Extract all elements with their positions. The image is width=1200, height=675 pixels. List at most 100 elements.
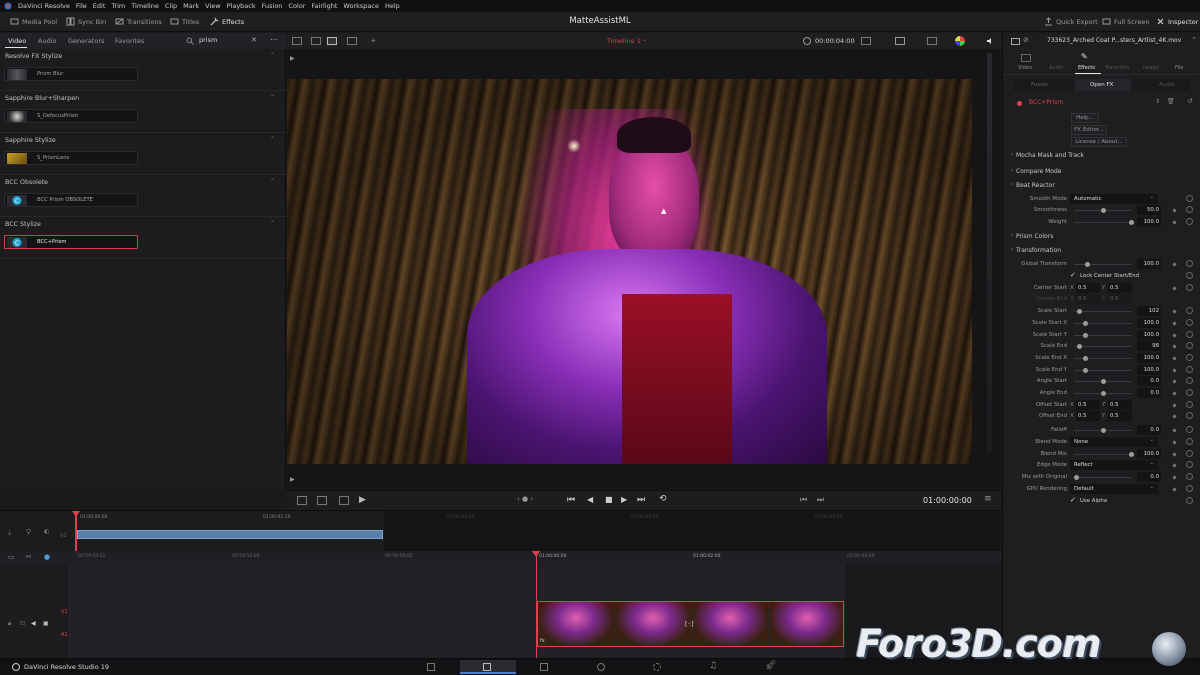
mini-playhead-handle[interactable] <box>72 511 80 517</box>
more-options-icon[interactable]: ⋯ <box>270 35 278 44</box>
reset-icon[interactable] <box>1186 307 1193 314</box>
weight-value[interactable]: 100.0 <box>1137 217 1161 227</box>
inspector-tab-effects[interactable]: Effects <box>1078 65 1095 71</box>
menu-timeline[interactable]: Timeline <box>128 2 162 10</box>
subtab-fusion[interactable]: Fusion <box>1031 82 1049 88</box>
keyframe-icon[interactable] <box>1172 356 1177 361</box>
media-pool-button[interactable]: Media Pool <box>10 17 57 26</box>
reset-icon[interactable] <box>1186 473 1193 480</box>
reset-icon[interactable] <box>1186 260 1193 267</box>
keyframe-icon[interactable] <box>1172 286 1177 291</box>
section-mocha-mask-and-track[interactable]: Mocha Mask and Track <box>1011 151 1084 159</box>
weight-slider[interactable] <box>1074 220 1134 225</box>
reset-icon[interactable] <box>1186 195 1193 202</box>
transitions-button[interactable]: Transitions <box>115 17 162 26</box>
keyframe-icon[interactable] <box>1172 333 1177 338</box>
keyframe-icon[interactable] <box>1172 414 1177 419</box>
inspector-collapse-icon[interactable]: ⌃ <box>1191 36 1197 44</box>
cut-page-icon[interactable] <box>483 663 491 671</box>
slider-knob[interactable] <box>1101 208 1106 213</box>
inspector-tab-image[interactable]: Image <box>1143 65 1159 71</box>
sync-bin-button[interactable]: Sync Bin <box>66 17 106 26</box>
link-icon[interactable]: ⊘ <box>1023 36 1029 44</box>
scale-end-x-value[interactable]: 100.0 <box>1137 353 1161 363</box>
reset-icon[interactable] <box>1186 438 1193 445</box>
fairlight-page-icon[interactable]: ♫ <box>709 661 717 671</box>
reset-icon[interactable] <box>1186 354 1193 361</box>
color-viewer-icon[interactable] <box>955 36 965 46</box>
smoothness-slider[interactable] <box>1074 208 1132 213</box>
slider-knob[interactable] <box>1077 309 1082 314</box>
reverse-play-icon[interactable]: ◀ <box>587 495 593 504</box>
mix-original-slider[interactable] <box>1074 475 1132 480</box>
reset-icon[interactable] <box>1186 342 1193 349</box>
reset-icon[interactable] <box>1186 485 1193 492</box>
gpu-rendering-dropdown[interactable]: Default <box>1070 482 1158 494</box>
next-edit-icon[interactable]: ⏭ <box>817 495 824 505</box>
scale-end-value[interactable]: 98 <box>1137 341 1161 351</box>
timeline-dropdown-icon[interactable]: ⌄ <box>642 36 647 43</box>
wipe-icon[interactable] <box>339 496 349 505</box>
timeline-name[interactable]: Timeline 1 <box>607 37 641 45</box>
safe-area-icon[interactable] <box>297 496 307 505</box>
scale-start-y-slider[interactable] <box>1074 333 1132 338</box>
stop-icon[interactable]: ■ <box>605 495 613 504</box>
use-alpha-checkbox[interactable]: ✓ <box>1070 496 1076 504</box>
keyframe-icon[interactable] <box>1172 262 1177 267</box>
slider-knob[interactable] <box>1083 333 1088 338</box>
prev-keyframe-icon[interactable]: ‹ ● › <box>517 495 533 503</box>
go-to-start-icon[interactable]: ⏮ <box>567 495 575 505</box>
tab-audio[interactable]: Audio <box>38 37 56 45</box>
slider-knob[interactable] <box>1083 356 1088 361</box>
reset-icon[interactable] <box>1186 218 1193 225</box>
clear-search-icon[interactable]: ✕ <box>251 36 257 44</box>
onscreen-controls-icon[interactable] <box>927 37 937 45</box>
collapse-chevron-icon[interactable]: ⌃ <box>270 136 275 143</box>
slider-knob[interactable] <box>1129 452 1134 457</box>
reset-icon[interactable] <box>1186 461 1193 468</box>
quick-export-button[interactable]: Quick Export <box>1044 17 1098 26</box>
reset-icon[interactable] <box>1186 331 1193 338</box>
viewer-mode-icon[interactable] <box>292 37 302 45</box>
viewer-menu-icon[interactable]: ≡ <box>984 494 992 504</box>
inspector-tab-file[interactable]: File <box>1175 65 1183 71</box>
keyframe-icon[interactable] <box>1172 428 1177 433</box>
falloff-slider[interactable] <box>1074 428 1132 433</box>
timeline-ruler[interactable]: ▭ ✂ ● 00:59:54:22 00:59:56:00 00:59:58:0… <box>0 551 1001 563</box>
current-timecode[interactable]: 01:00:00:00 <box>923 496 972 505</box>
menu-playback[interactable]: Playback <box>224 2 259 10</box>
display-mode-icon[interactable] <box>861 37 871 45</box>
effect-item-bcc-prism[interactable]: C BCC+Prism <box>4 235 138 249</box>
collapse-chevron-icon[interactable]: ⌃ <box>270 178 275 185</box>
slider-knob[interactable] <box>1101 428 1106 433</box>
app-logo-icon[interactable] <box>0 2 15 10</box>
menu-color[interactable]: Color <box>285 2 308 10</box>
angle-end-value[interactable]: 0.0 <box>1137 388 1161 398</box>
video-track-toggle-icon[interactable]: ▣ <box>43 620 49 627</box>
reset-icon[interactable] <box>1186 366 1193 373</box>
keyframe-icon[interactable] <box>1172 379 1177 384</box>
play-button-icon[interactable]: ▶ <box>621 495 627 504</box>
blend-mix-slider[interactable] <box>1074 452 1134 457</box>
keyframe-icon[interactable] <box>1172 475 1177 480</box>
video-frame[interactable]: ▲ <box>287 79 972 464</box>
inspector-button[interactable]: Inspector <box>1156 17 1198 26</box>
falloff-value[interactable]: 0.0 <box>1137 425 1161 435</box>
titles-button[interactable]: Titles <box>170 17 199 26</box>
dual-viewer-icon[interactable] <box>347 37 357 45</box>
scale-start-slider[interactable] <box>1074 309 1132 314</box>
go-to-end-icon[interactable]: ⏭ <box>637 495 645 505</box>
slider-knob[interactable] <box>1101 391 1106 396</box>
scale-end-x-slider[interactable] <box>1074 356 1132 361</box>
reset-icon[interactable] <box>1186 389 1193 396</box>
offset-start-y[interactable]: 0.5 <box>1108 400 1132 410</box>
global-transform-slider[interactable] <box>1074 262 1132 267</box>
keyframe-icon[interactable] <box>1172 321 1177 326</box>
menu-fusion[interactable]: Fusion <box>259 2 286 10</box>
scale-end-y-value[interactable]: 100.0 <box>1137 365 1161 375</box>
slider-knob[interactable] <box>1101 379 1106 384</box>
effect-item-s-prismlens[interactable]: S_PrismLens <box>4 151 138 165</box>
collapse-chevron-icon[interactable]: ⌃ <box>270 94 275 101</box>
scale-end-y-slider[interactable] <box>1074 368 1132 373</box>
reset-icon[interactable] <box>1186 284 1193 291</box>
